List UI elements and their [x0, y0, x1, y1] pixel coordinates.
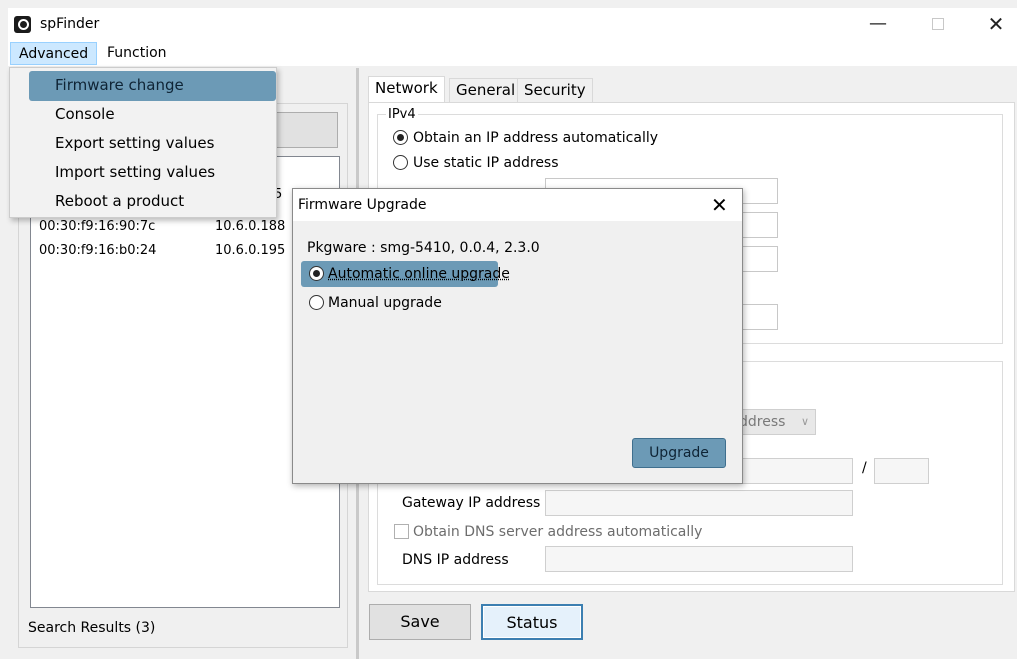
ipv4-group-label: IPv4 — [386, 107, 418, 122]
device-mac: 00:30:f9:16:b0:24 — [39, 243, 157, 258]
ipv6-prefix-field — [874, 458, 929, 484]
firmware-upgrade-dialog: Firmware Upgrade ✕ Pkgware : smg-5410, 0… — [292, 188, 743, 484]
dns-auto-checkbox — [394, 524, 409, 539]
obtain-ip-auto-radio[interactable] — [393, 130, 408, 145]
menu-bar: Advanced Function — [8, 40, 1017, 66]
auto-upgrade-label[interactable]: Automatic online upgrade — [328, 266, 510, 282]
device-ip: 10.6.0.195 — [215, 243, 286, 258]
static-ip-radio[interactable] — [393, 155, 408, 170]
gateway-ip-label: Gateway IP address — [402, 495, 541, 511]
static-ip-label: Use static IP address — [413, 155, 559, 171]
menu-item-import-settings[interactable]: Import setting values — [55, 163, 215, 181]
auto-upgrade-radio[interactable] — [309, 266, 324, 281]
ipv6-mode-value: ddress — [739, 414, 786, 430]
manual-upgrade-radio[interactable] — [309, 295, 324, 310]
save-button[interactable]: Save — [369, 604, 471, 640]
list-item[interactable]: 00:30:f9:16:b0:24 10.6.0.195 — [39, 243, 285, 258]
dns-auto-label: Obtain DNS server address automatically — [413, 524, 703, 540]
upgrade-button[interactable]: Upgrade — [632, 438, 726, 468]
menu-item-console[interactable]: Console — [55, 105, 115, 123]
device-mac: 00:30:f9:16:90:7c — [39, 219, 156, 234]
status-button[interactable]: Status — [481, 604, 583, 640]
menu-advanced[interactable]: Advanced — [10, 42, 98, 65]
search-results-count: Search Results (3) — [28, 620, 156, 636]
tab-network[interactable]: Network — [368, 76, 445, 103]
minimize-button[interactable]: — — [858, 10, 898, 38]
dns-ip-label: DNS IP address — [402, 552, 509, 568]
dialog-title-bar: Firmware Upgrade ✕ — [293, 189, 742, 221]
ipv6-mode-select: ddress ∨ — [734, 409, 816, 435]
prefix-separator: / — [862, 460, 867, 476]
window-title: spFinder — [40, 16, 100, 32]
maximize-icon — [932, 18, 944, 30]
menu-function[interactable]: Function — [99, 42, 175, 65]
advanced-menu-dropdown: Firmware change Console Export setting v… — [9, 67, 277, 218]
close-window-button[interactable]: ✕ — [976, 10, 1016, 38]
dialog-close-button[interactable]: ✕ — [711, 193, 728, 217]
gateway-ip-field — [545, 490, 853, 516]
list-item[interactable]: 00:30:f9:16:90:7c 10.6.0.188 — [39, 219, 285, 234]
tab-general[interactable]: General — [449, 78, 523, 102]
app-logo-icon — [14, 16, 31, 33]
manual-upgrade-label[interactable]: Manual upgrade — [328, 295, 442, 311]
maximize-button[interactable] — [918, 10, 958, 38]
dns-ip-field — [545, 546, 853, 572]
pkgware-info: Pkgware : smg-5410, 0.0.4, 2.3.0 — [307, 240, 540, 256]
obtain-ip-auto-label: Obtain an IP address automatically — [413, 130, 659, 146]
tab-security[interactable]: Security — [517, 78, 593, 102]
chevron-down-icon: ∨ — [800, 415, 809, 428]
device-ip: 10.6.0.188 — [215, 219, 286, 234]
menu-item-reboot[interactable]: Reboot a product — [55, 192, 184, 210]
menu-item-firmware-change[interactable]: Firmware change — [55, 76, 184, 94]
menu-item-export-settings[interactable]: Export setting values — [55, 134, 214, 152]
title-bar: spFinder — ✕ — [8, 8, 1017, 40]
dialog-title: Firmware Upgrade — [298, 197, 427, 213]
